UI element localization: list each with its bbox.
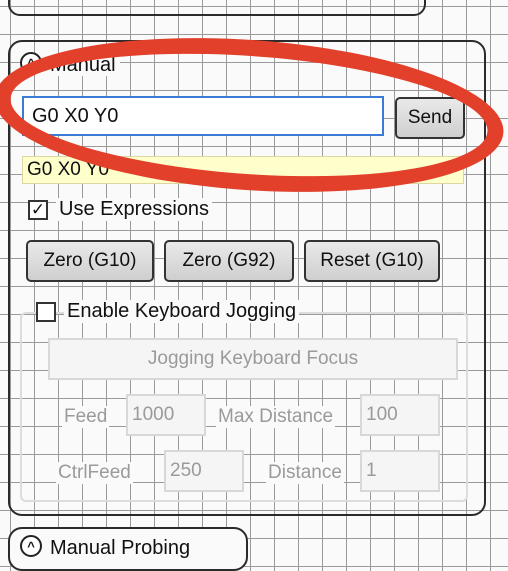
use-expressions-label: Use Expressions	[56, 198, 213, 221]
feed-label: Feed	[62, 406, 110, 428]
enable-jogging-row[interactable]: Enable Keyboard Jogging	[36, 300, 300, 323]
collapse-manual-button[interactable]: ^	[20, 52, 42, 74]
chevron-up-icon: ^	[27, 538, 35, 554]
use-expressions-row[interactable]: ✓ Use Expressions	[28, 198, 213, 221]
distance-label: Distance	[266, 462, 344, 484]
send-button[interactable]: Send	[395, 97, 465, 139]
distance-input[interactable]	[360, 450, 440, 492]
manual-panel-title: Manual	[46, 54, 120, 76]
enable-jogging-label: Enable Keyboard Jogging	[64, 300, 300, 323]
chevron-up-icon: ^	[27, 55, 35, 71]
ctrlfeed-input[interactable]	[164, 450, 244, 492]
max-distance-label: Max Distance	[216, 406, 336, 428]
use-expressions-checkbox[interactable]: ✓	[28, 199, 48, 220]
manual-probing-title: Manual Probing	[46, 537, 195, 559]
reset-g10-button[interactable]: Reset (G10)	[304, 240, 440, 282]
max-distance-input[interactable]	[360, 394, 440, 436]
ctrlfeed-label: CtrlFeed	[56, 462, 133, 484]
command-history-line[interactable]: G0 X0 Y0	[22, 156, 464, 184]
zero-g10-button[interactable]: Zero (G10)	[26, 240, 154, 282]
checkmark-icon: ✓	[30, 200, 46, 219]
feed-input[interactable]	[126, 394, 206, 436]
previous-panel-frame	[8, 0, 426, 16]
collapse-probing-button[interactable]: ^	[20, 535, 42, 557]
jogging-focus-button[interactable]: Jogging Keyboard Focus	[48, 338, 458, 380]
zero-g92-button[interactable]: Zero (G92)	[164, 240, 294, 282]
enable-jogging-checkbox[interactable]	[36, 301, 56, 322]
command-input[interactable]	[22, 96, 384, 136]
